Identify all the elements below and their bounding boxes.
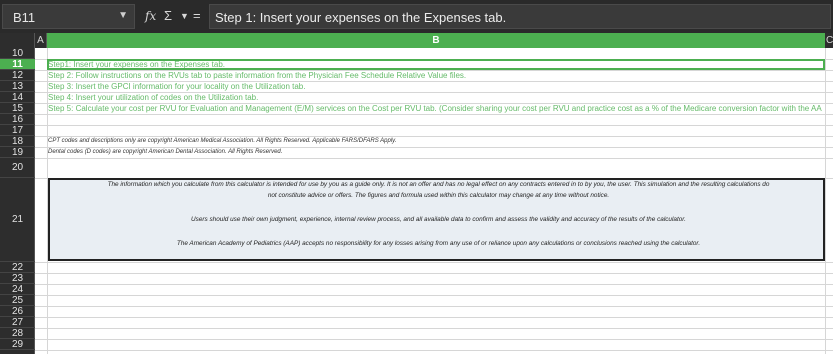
row-header-25[interactable]: 25 — [0, 295, 35, 306]
row-header-24[interactable]: 24 — [0, 284, 35, 295]
row-header-27[interactable]: 27 — [0, 317, 35, 328]
name-box[interactable]: B11 ▼ — [2, 4, 135, 29]
column-header-c[interactable]: C — [826, 33, 833, 48]
cell-b15[interactable]: Step 5: Calculate your cost per RVU for … — [48, 104, 822, 113]
row-header-19[interactable]: 19 — [0, 147, 35, 158]
name-box-dropdown-icon[interactable]: ▼ — [118, 10, 128, 21]
disclaimer-box[interactable]: The information which you calculate from… — [48, 178, 825, 261]
active-cell-cursor — [47, 59, 825, 70]
cell-b13[interactable]: Step 3: Insert the GPCI information for … — [48, 82, 305, 91]
gridline — [35, 136, 833, 137]
formula-icon[interactable]: = — [193, 8, 201, 23]
formula-input-value: Step 1: Insert your expenses on the Expe… — [215, 10, 507, 25]
gridline — [35, 295, 833, 296]
gridline — [35, 273, 833, 274]
column-divider-bc — [825, 48, 826, 354]
row-header-29[interactable]: 29 — [0, 339, 35, 350]
row-header-12[interactable]: 12 — [0, 70, 35, 81]
row-header-22[interactable]: 22 — [0, 262, 35, 273]
sheet-grid[interactable]: Step1: Insert your expenses on the Expen… — [35, 48, 833, 354]
cell-b18[interactable]: CPT codes and descriptions only are copy… — [48, 138, 396, 144]
gridline — [35, 317, 833, 318]
row-header-21[interactable]: 21 — [0, 178, 35, 262]
row-header: 10 11 12 13 14 15 16 17 18 19 20 21 22 2… — [0, 48, 35, 354]
row-header-11[interactable]: 11 — [0, 59, 35, 70]
row-header-15[interactable]: 15 — [0, 103, 35, 114]
row-header-13[interactable]: 13 — [0, 81, 35, 92]
gridline — [35, 147, 833, 148]
row-header-17[interactable]: 17 — [0, 125, 35, 136]
cell-b14[interactable]: Step 4: Insert your utilization of codes… — [48, 93, 258, 102]
name-box-value: B11 — [13, 10, 36, 25]
sum-dropdown-icon[interactable]: ▼ — [180, 11, 189, 21]
gridline — [35, 339, 833, 340]
row-header-16[interactable]: 16 — [0, 114, 35, 125]
gridline — [35, 262, 833, 263]
disclaimer-line-3: The American Academy of Pediatrics (AAP)… — [176, 240, 701, 247]
row-header-28[interactable]: 28 — [0, 328, 35, 339]
row-header-18[interactable]: 18 — [0, 136, 35, 147]
gridline — [35, 114, 833, 115]
gridline — [35, 328, 833, 329]
cell-b19[interactable]: Dental codes (D codes) are copyright Ame… — [48, 149, 282, 155]
function-wizard-icon[interactable]: fx — [145, 9, 156, 23]
gridline — [35, 284, 833, 285]
cell-b12[interactable]: Step 2: Follow instructions on the RVUs … — [48, 71, 466, 80]
column-header-a[interactable]: A — [35, 33, 47, 48]
column-header: A B C — [0, 33, 833, 48]
select-all-corner[interactable] — [0, 33, 35, 48]
row-header-23[interactable]: 23 — [0, 273, 35, 284]
gridline — [35, 158, 833, 159]
row-header-20[interactable]: 20 — [0, 158, 35, 178]
column-header-b[interactable]: B — [47, 33, 825, 48]
formula-input[interactable]: Step 1: Insert your expenses on the Expe… — [209, 4, 831, 29]
row-header-14[interactable]: 14 — [0, 92, 35, 103]
disclaimer-line-1a: The information which you calculate from… — [107, 181, 770, 188]
gridline — [35, 306, 833, 307]
gridline — [35, 125, 833, 126]
row-header-10[interactable]: 10 — [0, 48, 35, 59]
gridline — [35, 350, 833, 351]
sum-icon[interactable]: Σ — [164, 8, 172, 23]
disclaimer-line-2: Users should use their own judgment, exp… — [191, 216, 686, 223]
row-header-26[interactable]: 26 — [0, 306, 35, 317]
disclaimer-line-1b: not constitute advice or offers. The fig… — [267, 192, 610, 199]
formula-bar: B11 ▼ fx Σ ▼ = Step 1: Insert your expen… — [0, 0, 833, 33]
